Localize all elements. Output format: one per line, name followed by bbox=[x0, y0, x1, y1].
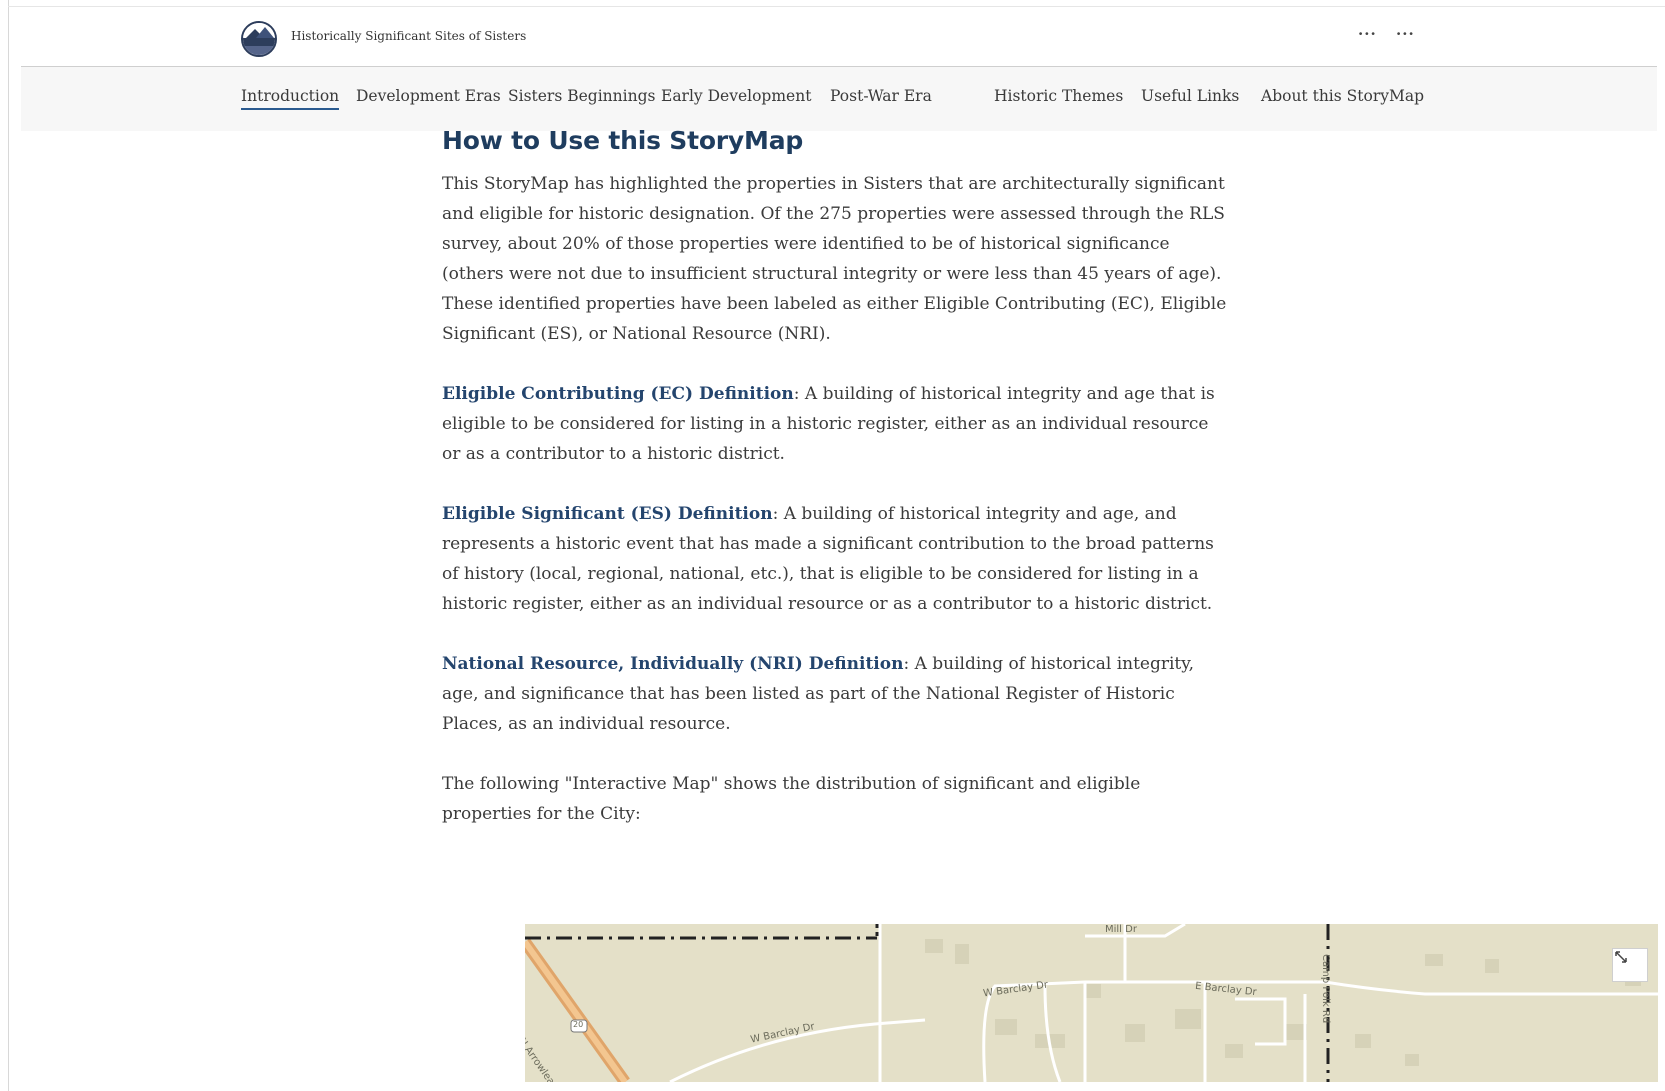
window-edge bbox=[8, 0, 9, 1091]
building-footprints bbox=[925, 939, 1641, 1066]
main-content: How to Use this StoryMap This StoryMap h… bbox=[442, 126, 1232, 829]
nav-item-introduction[interactable]: Introduction bbox=[241, 87, 340, 110]
nav-item-sisters-beginnings[interactable]: Sisters Beginnings bbox=[508, 87, 655, 105]
expand-icon bbox=[1615, 951, 1627, 963]
mill-dr-label: Mill Dr bbox=[1105, 924, 1137, 935]
nav-item-post-war-era[interactable]: Post-War Era bbox=[830, 87, 932, 105]
nav-item-useful-links[interactable]: Useful Links bbox=[1141, 87, 1239, 105]
ec-term: Eligible Contributing (EC) Definition bbox=[442, 384, 794, 404]
expand-map-button[interactable] bbox=[1612, 948, 1648, 982]
hwy-20-label: 20 bbox=[573, 1020, 584, 1029]
storymap-header: Historically Significant Sites of Sister… bbox=[21, 7, 1657, 67]
more-options-icon[interactable]: ··· bbox=[1358, 25, 1377, 43]
page-heading: How to Use this StoryMap bbox=[442, 126, 804, 155]
camp-polk-label: Camp Polk Rd bbox=[1320, 954, 1331, 1024]
intro-paragraph: This StoryMap has highlighted the proper… bbox=[442, 174, 1227, 344]
site-title[interactable]: Historically Significant Sites of Sister… bbox=[291, 29, 526, 43]
es-definition: Eligible Significant (ES) Definition: A … bbox=[442, 499, 1232, 619]
share-options-icon[interactable]: ··· bbox=[1396, 25, 1415, 43]
city-seal-logo-icon[interactable] bbox=[241, 21, 277, 57]
nri-definition: National Resource, Individually (NRI) De… bbox=[442, 649, 1232, 739]
map-canvas[interactable] bbox=[525, 924, 1658, 1082]
nav-item-early-development[interactable]: Early Development bbox=[661, 87, 811, 105]
section-navigation: Introduction Development Eras Sisters Be… bbox=[21, 67, 1657, 131]
nri-term: National Resource, Individually (NRI) De… bbox=[442, 654, 904, 674]
map-intro-paragraph: The following "Interactive Map" shows th… bbox=[442, 774, 1141, 824]
local-roads bbox=[669, 924, 1658, 1082]
nav-item-development-eras[interactable]: Development Eras bbox=[356, 87, 501, 105]
es-term: Eligible Significant (ES) Definition bbox=[442, 504, 773, 524]
nav-item-historic-themes[interactable]: Historic Themes bbox=[994, 87, 1123, 105]
interactive-map[interactable]: 20 N Arrowleaf Tr W Barclay Dr W Barclay… bbox=[525, 924, 1658, 1082]
nav-item-about-this-storymap[interactable]: About this StoryMap bbox=[1261, 87, 1424, 105]
ec-definition: Eligible Contributing (EC) Definition: A… bbox=[442, 379, 1232, 469]
